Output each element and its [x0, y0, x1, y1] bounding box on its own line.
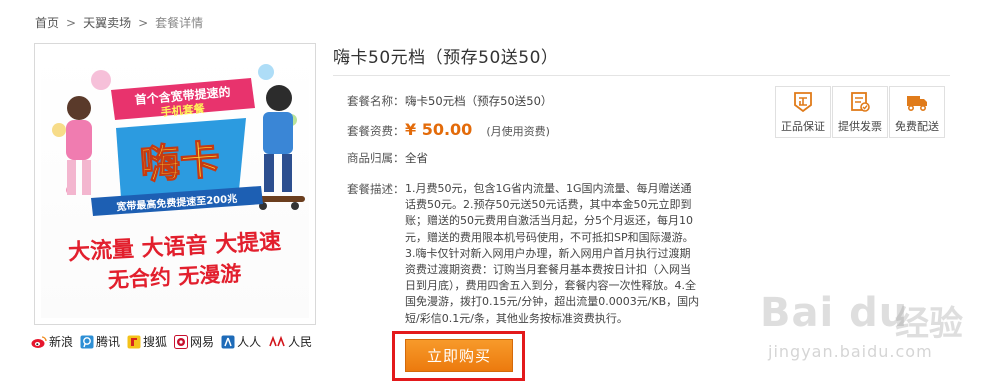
package-price: ¥ 50.00 [405, 120, 473, 139]
share-netease-label: 网易 [190, 335, 215, 349]
breadcrumb-section-link[interactable]: 天翼卖场 [83, 14, 131, 31]
watermark-cn: 经验 [895, 304, 963, 344]
badge-genuine-label: 正品保证 [781, 120, 825, 133]
netease-icon [174, 334, 189, 349]
package-region-row: 商品归属： 全省 [347, 150, 428, 166]
package-fee-row: 套餐资费： ¥ 50.00 (月使用资费) [347, 120, 550, 139]
delivery-icon [905, 90, 929, 114]
badge-invoice-label: 提供发票 [838, 120, 882, 133]
breadcrumb-separator: > [138, 15, 149, 30]
banner-slogan-2: 无合约 无漫游 [107, 262, 241, 293]
share-bar: 新浪 腾讯 搜狐 网易 人人 人民 [31, 333, 319, 350]
package-desc-row: 套餐描述： 1.月费50元，包含1G省内流量、1G国内流量、每月赠送通话费50元… [347, 181, 767, 327]
package-desc-value: 1.月费50元，包含1G省内流量、1G国内流量、每月赠送通话费50元。2.预存5… [405, 182, 700, 325]
breadcrumb-separator: > [66, 15, 77, 30]
product-title: 嗨卡50元档（预存50送50） [333, 48, 559, 68]
share-netease-button[interactable]: 网易 [174, 333, 214, 350]
renren-icon [221, 335, 235, 348]
invoice-icon [848, 90, 872, 114]
badge-invoice[interactable]: 提供发票 [832, 86, 888, 138]
buy-now-button[interactable]: 立即购买 [405, 339, 513, 372]
share-renren-label: 人人 [237, 335, 262, 349]
share-people-label: 人民 [288, 335, 313, 349]
product-image-frame: 首个含宽带提速的 手机套餐 嗨卡 宽带最高免费提速至200兆 大流量 大语音 大… [34, 43, 316, 325]
weibo-icon [31, 335, 47, 348]
share-tencent-button[interactable]: 腾讯 [80, 333, 120, 350]
watermark-url: jingyan.baidu.com [768, 342, 933, 361]
share-weibo-button[interactable]: 新浪 [31, 333, 73, 350]
package-name-label: 套餐名称： [347, 94, 405, 108]
package-region-label: 商品归属： [347, 151, 405, 165]
service-badges: 正品保证 提供发票 免费配送 [775, 86, 946, 138]
breadcrumb-current: 套餐详情 [155, 16, 204, 30]
girl-figure [66, 96, 92, 195]
package-name-row: 套餐名称： 嗨卡50元档（预存50送50） [347, 93, 552, 109]
breadcrumb-home-link[interactable]: 首页 [35, 14, 59, 31]
share-sohu-button[interactable]: 搜狐 [127, 333, 167, 350]
banner-slogan-1: 大流量 大语音 大提速 [67, 228, 281, 265]
package-fee-label: 套餐资费： [347, 124, 405, 138]
package-region-value: 全省 [405, 151, 428, 165]
watermark-logo: Bai du [760, 290, 909, 336]
people-icon [269, 335, 285, 346]
badge-genuine[interactable]: 正品保证 [775, 86, 831, 138]
sohu-icon [127, 335, 141, 348]
share-renren-button[interactable]: 人人 [221, 333, 261, 350]
share-people-button[interactable]: 人民 [268, 333, 312, 350]
share-sohu-label: 搜狐 [143, 335, 168, 349]
package-desc-label: 套餐描述： [347, 182, 405, 196]
banner-brand: 嗨卡 [139, 137, 222, 188]
tencent-icon [80, 335, 94, 348]
banner-artwork: 首个含宽带提速的 手机套餐 嗨卡 宽带最高免费提速至200兆 大流量 大语音 大… [52, 64, 305, 293]
genuine-icon [791, 90, 815, 114]
product-banner-image: 首个含宽带提速的 手机套餐 嗨卡 宽带最高免费提速至200兆 大流量 大语音 大… [41, 50, 309, 318]
breadcrumb: 首页 > 天翼卖场 > 套餐详情 [35, 14, 203, 31]
title-divider [333, 75, 950, 76]
baidu-jingyan-watermark: Bai du 经验 jingyan.baidu.com [760, 290, 990, 385]
package-price-note: (月使用资费) [486, 125, 550, 138]
share-weibo-label: 新浪 [49, 335, 74, 349]
badge-delivery[interactable]: 免费配送 [889, 86, 945, 138]
badge-delivery-label: 免费配送 [895, 120, 939, 133]
share-tencent-label: 腾讯 [96, 335, 121, 349]
package-name-value: 嗨卡50元档（预存50送50） [405, 94, 553, 108]
